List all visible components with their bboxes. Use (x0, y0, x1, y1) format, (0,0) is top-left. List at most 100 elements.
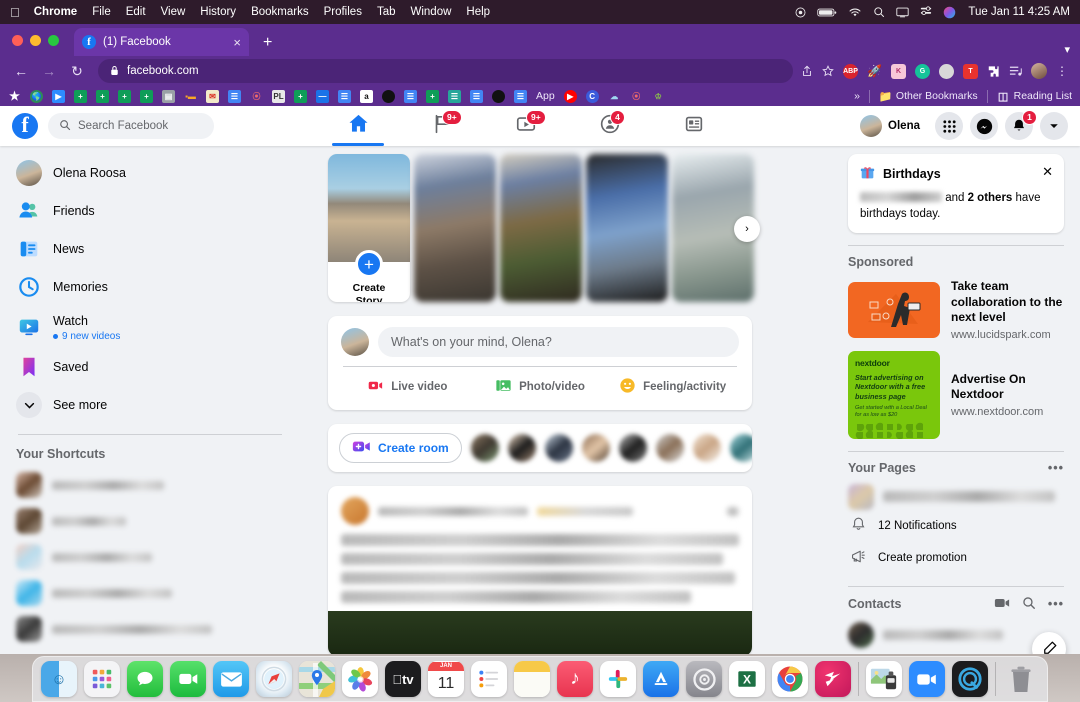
bookmark-dash-icon[interactable]: — (316, 89, 329, 103)
sponsored-ad[interactable]: Take team collaboration to the next leve… (848, 279, 1064, 341)
list-item[interactable] (8, 503, 292, 539)
dock-launchpad-icon[interactable] (84, 661, 120, 697)
bookmark-sheets-icon-4[interactable]: + (140, 89, 153, 103)
screen-share-icon[interactable] (896, 7, 909, 18)
dock-calendar-icon[interactable]: JAN 11 (428, 661, 464, 697)
avatar[interactable] (341, 328, 369, 356)
dock-trash-icon[interactable] (1003, 661, 1039, 697)
composer-input[interactable]: What's on your mind, Olena? (378, 327, 739, 357)
reading-list-icon[interactable] (1009, 65, 1022, 77)
bookmark-cloud-icon[interactable]: ☁ (608, 90, 621, 103)
grammarly-extension-icon[interactable]: G (915, 63, 930, 79)
contact-avatar[interactable] (507, 434, 536, 462)
dock-quicktime-icon[interactable] (952, 661, 988, 697)
battery-icon[interactable] (817, 7, 837, 18)
dock-reminders-icon[interactable] (471, 661, 507, 697)
dock-excel-icon[interactable]: X (729, 661, 765, 697)
bookmark-news-icon[interactable]: ▤ (162, 89, 175, 103)
page-item[interactable] (848, 483, 1064, 510)
dock-zoom-icon[interactable] (909, 661, 945, 697)
kami-extension-icon[interactable]: K (891, 63, 906, 79)
wifi-icon[interactable] (848, 7, 862, 18)
close-window-button[interactable] (12, 34, 23, 46)
dock-finder-icon[interactable]: ☺ (41, 661, 77, 697)
bookmark-star-icon[interactable] (822, 65, 834, 77)
chrome-menu-icon[interactable]: ⋮ (1056, 64, 1068, 78)
stories-next-button[interactable]: › (734, 216, 760, 242)
contact-avatar[interactable] (544, 434, 573, 462)
grid-menu-button[interactable] (935, 112, 963, 140)
bookmark-docs-icon-4[interactable]: ☰ (470, 89, 483, 103)
dock-slack-icon[interactable] (600, 661, 636, 697)
menu-profiles[interactable]: Profiles (324, 6, 362, 18)
address-bar[interactable]: facebook.com (98, 59, 793, 83)
sidebar-item-profile[interactable]: Olena Roosa (8, 154, 292, 192)
maximize-window-button[interactable] (48, 34, 59, 46)
bookmark-app[interactable]: App (536, 90, 555, 102)
new-tab-button[interactable]: + (263, 34, 272, 56)
window-traffic-lights[interactable] (10, 24, 74, 56)
menu-bar-clock[interactable]: Tue Jan 11 4:25 AM (968, 6, 1070, 18)
menu-window[interactable]: Window (411, 6, 452, 18)
bookmark-docs-icon-3[interactable]: ☰ (404, 89, 417, 103)
contact-avatar[interactable] (692, 434, 721, 462)
dock-messages-icon[interactable] (127, 661, 163, 697)
post-image[interactable] (328, 611, 752, 654)
puzzle-extensions-icon[interactable] (987, 65, 1000, 78)
dock-mail-icon[interactable] (213, 661, 249, 697)
sidebar-item-friends[interactable]: Friends (8, 192, 292, 230)
dock-apple-tv-icon[interactable]: tv (385, 661, 421, 697)
record-icon[interactable] (795, 7, 806, 18)
page-notifications-link[interactable]: 12 Notifications (848, 510, 1064, 542)
nav-pages[interactable]: 9+ (414, 106, 470, 146)
bookmark-pl-icon[interactable]: PL (272, 89, 285, 103)
nav-groups[interactable]: 4 (582, 106, 638, 146)
sidebar-item-saved[interactable]: Saved (8, 348, 292, 386)
sidebar-item-memories[interactable]: Memories (8, 268, 292, 306)
bookmark-amazon-icon[interactable]: a (360, 89, 373, 103)
story-thumbnail[interactable] (500, 154, 582, 302)
bookmark-asana-icon[interactable]: ⦿ (250, 90, 263, 103)
live-video-button[interactable]: Live video (341, 370, 474, 404)
dock-photos-icon[interactable] (342, 661, 378, 697)
window-options-chevron-icon[interactable]: ▾ (1064, 43, 1070, 56)
contact-avatar[interactable] (470, 434, 499, 462)
contact-avatar[interactable] (729, 434, 752, 462)
bookmark-teal-icon[interactable]: ☰ (448, 89, 461, 103)
forward-button[interactable]: → (36, 58, 62, 84)
bookmark-plus-icon[interactable]: + (426, 89, 439, 103)
menu-help[interactable]: Help (466, 6, 490, 18)
contact-avatar[interactable] (581, 434, 610, 462)
adblock-plus-extension-icon[interactable]: ABP (843, 63, 858, 79)
more-options-icon[interactable]: ••• (1048, 597, 1064, 611)
dock-music-icon[interactable]: ♪ (557, 661, 593, 697)
siri-icon[interactable] (943, 6, 956, 19)
photo-video-button[interactable]: Photo/video (474, 370, 607, 404)
dock-chrome-icon[interactable] (772, 661, 808, 697)
bookmark-gmail-icon[interactable]: ✉ (206, 89, 219, 103)
list-item[interactable] (8, 575, 292, 611)
menu-view[interactable]: View (161, 6, 186, 18)
dock-system-preferences-icon[interactable] (686, 661, 722, 697)
menu-file[interactable]: File (92, 6, 111, 18)
create-story-card[interactable]: + Create Story (328, 154, 410, 302)
bookmark-black-icon[interactable] (382, 89, 395, 103)
share-icon[interactable] (801, 65, 813, 77)
menu-bookmarks[interactable]: Bookmarks (251, 6, 309, 18)
list-item[interactable] (8, 467, 292, 503)
bookmark-sheets-icon-1[interactable]: + (74, 89, 87, 103)
bookmark-sheets-icon-3[interactable]: + (118, 89, 131, 103)
close-icon[interactable]: ✕ (1042, 164, 1053, 180)
more-options-icon[interactable]: ••• (1048, 461, 1064, 475)
list-item[interactable] (8, 539, 292, 575)
sponsored-ad[interactable]: nextdoor Start advertising on Nextdoor w… (848, 350, 1064, 439)
list-item[interactable] (8, 611, 292, 647)
facebook-logo-icon[interactable]: f (12, 113, 38, 139)
bookmark-asana-icon-2[interactable]: ⦿ (630, 90, 643, 103)
post-options-redacted[interactable] (727, 506, 739, 516)
tab-close-icon[interactable]: × (233, 35, 241, 50)
search-input[interactable]: Search Facebook (48, 113, 214, 139)
bookmark-docs-icon-5[interactable]: ☰ (514, 89, 527, 103)
nav-news[interactable] (666, 106, 722, 146)
account-dropdown-button[interactable] (1040, 112, 1068, 140)
